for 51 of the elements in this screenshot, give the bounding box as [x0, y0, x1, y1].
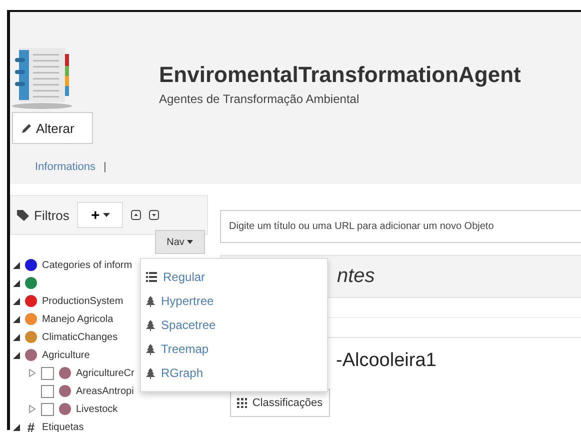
edit-button[interactable]: Alterar — [12, 112, 93, 144]
tree-item[interactable]: AreasAntropi — [76, 386, 134, 396]
grid-icon — [237, 398, 248, 408]
tree-item[interactable]: Categories of inform — [42, 260, 132, 270]
tree-item[interactable]: Etiquetas — [42, 422, 84, 432]
link-separator: | — [104, 161, 106, 173]
expanded-arrow-icon[interactable] — [12, 279, 20, 287]
nav-button[interactable]: Nav — [155, 230, 205, 254]
caret-icon — [102, 213, 110, 217]
checkbox[interactable] — [41, 366, 54, 380]
object-title: -Alcooleira1 — [336, 350, 438, 372]
checkbox[interactable] — [41, 384, 54, 398]
page-subtitle: Agentes de Transformação Ambiental — [159, 92, 360, 106]
tree-icon — [146, 368, 155, 378]
hash-symbol: # — [26, 420, 36, 432]
list-icon — [146, 272, 157, 282]
expanded-arrow-icon[interactable] — [12, 261, 20, 269]
tree-item[interactable]: AgricultureCr — [76, 368, 134, 378]
expanded-arrow-icon[interactable] — [12, 297, 20, 305]
classifications-button[interactable]: Classificações — [230, 389, 330, 417]
collapsed-arrow-icon[interactable] — [28, 369, 36, 377]
pencil-icon — [21, 122, 32, 134]
caret-icon — [187, 240, 194, 244]
new-object-field[interactable]: Digite um título ou uma URL para adicionar um novo Objeto — [220, 210, 581, 243]
tag-icon — [17, 210, 30, 220]
tree-item[interactable]: ProductionSystem — [42, 296, 124, 306]
informations-link[interactable]: Informations — [35, 161, 96, 173]
page-title: EnviromentalTransformationAgent — [159, 62, 521, 88]
add-button[interactable]: + — [77, 202, 124, 228]
tree-item[interactable]: Livestock — [76, 404, 118, 414]
menu-item[interactable]: Regular — [141, 265, 327, 289]
menu-item[interactable]: RGraph — [141, 361, 327, 385]
expanded-arrow-icon[interactable] — [12, 315, 20, 323]
collapse-all-icon[interactable] — [131, 210, 142, 220]
menu-item[interactable]: Hypertree — [141, 289, 327, 313]
collapsed-arrow-icon[interactable] — [28, 405, 36, 413]
panel-title: ntes — [337, 265, 375, 288]
expanded-arrow-icon[interactable] — [12, 423, 20, 431]
menu-item[interactable]: Spacetree — [141, 313, 327, 337]
tree-icon — [146, 344, 155, 354]
tree-icon — [146, 296, 155, 306]
tree-item[interactable]: Agriculture — [42, 350, 90, 360]
tree-item[interactable]: Manejo Agricola — [42, 314, 114, 324]
expanded-arrow-icon[interactable] — [12, 351, 20, 359]
tree-item[interactable]: ClimaticChanges — [42, 332, 118, 342]
tree-icon — [146, 320, 155, 330]
filters-label: Filtros — [17, 208, 70, 222]
checkbox[interactable] — [41, 402, 54, 416]
expanded-arrow-icon[interactable] — [12, 333, 20, 341]
menu-item[interactable]: Treemap — [141, 337, 327, 361]
expand-all-icon[interactable] — [149, 210, 160, 220]
